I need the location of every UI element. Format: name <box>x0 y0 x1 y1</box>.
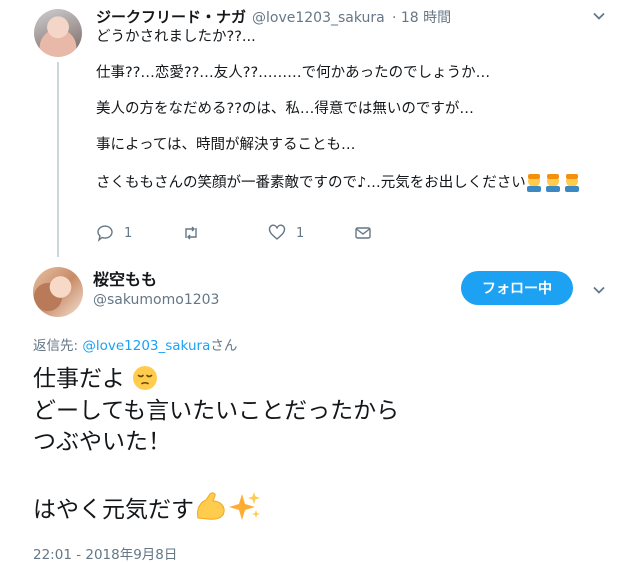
main-tweet-body: 仕事だよ どーしても言いたいことだったから つぶやいた！ はやく元気だす <box>33 364 400 523</box>
direct-message-button[interactable] <box>354 224 440 242</box>
tweet-line: どーしても言いたいことだったから <box>33 397 400 424</box>
avatar-nagaa[interactable] <box>34 9 82 57</box>
avatar-sakumomo[interactable] <box>33 267 83 317</box>
tweet-line: 美人の方をなだめる??のは、私…得意では無いのですが… <box>96 101 474 117</box>
retweet-button[interactable] <box>182 224 268 242</box>
reply-author[interactable]: ジークフリード・ナガ @love1203_sakura · 18 時間 <box>96 6 451 27</box>
tweet-line: 事によっては、時間が解決することも… <box>96 137 356 153</box>
reply-count: 1 <box>124 225 133 241</box>
time-ago[interactable]: · 18 時間 <box>392 10 451 26</box>
replying-handle-link[interactable]: @love1203_sakura <box>82 338 210 354</box>
main-author-handle[interactable]: @sakumomo1203 <box>93 292 219 308</box>
like-count: 1 <box>296 225 305 241</box>
tweet-line: どうかされましたか??... <box>96 29 256 45</box>
reply-icon <box>97 225 113 242</box>
replying-prefix: 返信先: <box>33 338 83 354</box>
reply-button[interactable]: 1 <box>96 224 182 242</box>
tweet-line: さくももさんの笑顔が一番素敵ですので♪…元気をお出しください <box>96 172 580 197</box>
replying-to: 返信先: @love1203_sakuraさん <box>33 334 237 354</box>
reply-tweet-body: どうかされましたか??... 仕事??…恋愛??…友人??………で何かあったので… <box>96 28 580 215</box>
chevron-down-icon[interactable] <box>592 8 606 27</box>
author-name[interactable]: ジークフリード・ナガ <box>96 8 246 26</box>
following-button[interactable]: フォロー中 <box>461 271 573 305</box>
tweet-line: はやく元気だす <box>33 490 399 523</box>
main-author-name[interactable]: 桜空もも <box>93 266 157 290</box>
flexed-biceps-emoji-icon <box>194 490 228 532</box>
sparkles-emoji-icon <box>228 490 262 532</box>
chevron-down-icon[interactable] <box>592 282 606 301</box>
heart-icon <box>268 224 286 240</box>
tweet-line <box>33 459 399 491</box>
worker-emoji-icon <box>526 172 580 197</box>
tweet-timestamp[interactable]: 22:01 - 2018年9月8日 <box>33 543 177 563</box>
thread-connector-line <box>57 62 59 257</box>
tweet-line: 仕事??…恋愛??…友人??………で何かあったのでしょうか… <box>96 65 491 81</box>
tweet-line: 仕事だよ <box>33 364 399 396</box>
tweet-line: つぶやいた！ <box>33 429 171 455</box>
author-handle[interactable]: @love1203_sakura <box>252 10 385 26</box>
envelope-icon <box>355 227 371 239</box>
retweet-icon <box>185 226 197 240</box>
replying-suffix: さん <box>210 338 238 354</box>
like-button[interactable]: 1 <box>268 224 354 242</box>
tweet-actions: 1 1 <box>96 224 440 242</box>
